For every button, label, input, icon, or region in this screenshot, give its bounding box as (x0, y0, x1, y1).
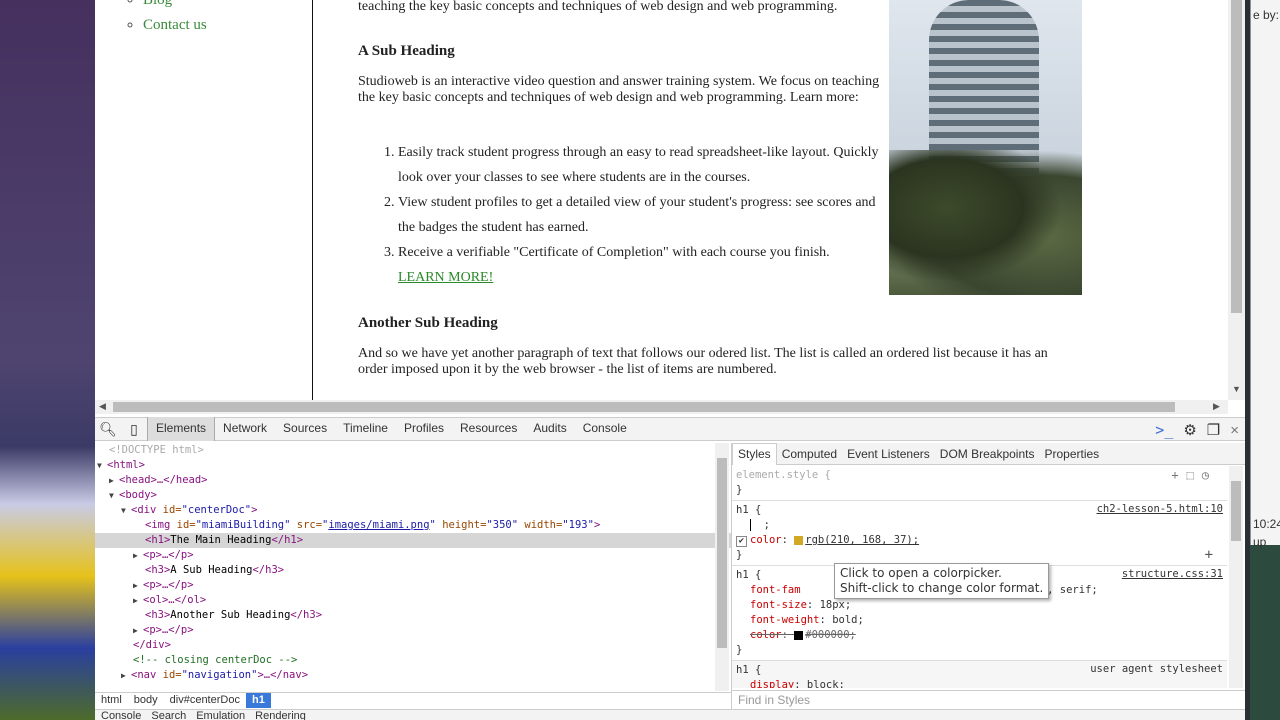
drawer-tab-console[interactable]: Console (101, 710, 141, 720)
dom-node-ol[interactable]: ▶ <ol>…</ol> (95, 593, 731, 608)
breadcrumb-div[interactable]: div#centerDoc (164, 693, 246, 708)
tab-resources[interactable]: Resources (452, 417, 525, 441)
property-color[interactable]: ✔ color: rgb(210, 168, 37); (736, 533, 1223, 548)
dom-tree-scrollbar[interactable] (715, 443, 729, 691)
page-horizontal-scrollbar[interactable]: ◀ ▶ (95, 400, 1228, 414)
dom-node-div-close[interactable]: </div> (95, 638, 731, 653)
sub-heading: A Sub Heading (358, 43, 455, 59)
find-in-styles-input[interactable]: Find in Styles (732, 690, 1245, 709)
tab-elements[interactable]: Elements (147, 417, 216, 441)
source-label: user agent stylesheet (1090, 663, 1223, 675)
background-window: e by: 10:24 up (1245, 0, 1280, 720)
dom-doctype: <!DOCTYPE html> (109, 444, 204, 456)
rule-h1-inline: h1 { ch2-lesson-5.html:10 ; ✔ color: rgb(… (732, 501, 1227, 566)
dom-node-h3[interactable]: <h3>A Sub Heading</h3> (95, 563, 731, 578)
property-display: display: block; (750, 679, 845, 688)
devtools-toolbar: 🔍︎ ▯ Elements Network Sources Timeline P… (95, 417, 1245, 441)
page-vertical-scrollbar[interactable]: ▼ (1228, 0, 1245, 400)
property-editor[interactable]: ; (736, 518, 1223, 533)
miami-building-image (889, 0, 1082, 295)
property-checkbox[interactable]: ✔ (736, 536, 747, 547)
console-drawer-icon[interactable]: >_ (1155, 421, 1173, 439)
dom-node-p[interactable]: ▶ <p>…</p> (95, 548, 731, 563)
paragraph-2: And so we have yet another paragraph of … (358, 346, 1048, 377)
breadcrumb: html body div#centerDoc h1 (95, 692, 731, 708)
dom-node-nav[interactable]: ▶ <nav id="navigation">…</nav> (95, 668, 731, 683)
dom-node-img[interactable]: <img id="miamiBuilding" src="images/miam… (95, 518, 731, 533)
img-src-link[interactable]: images/miami.png (328, 519, 429, 531)
dom-node-h1-selected[interactable]: <h1>The Main Heading</h1> (95, 533, 731, 548)
drawer-tabs: Console Search Emulation Rendering (95, 709, 1245, 720)
tab-computed[interactable]: Computed (777, 447, 842, 461)
tab-properties[interactable]: Properties (1039, 447, 1104, 461)
color-swatch[interactable] (794, 630, 804, 640)
learn-more-link[interactable]: LEARN MORE! (398, 270, 493, 285)
property-font-weight[interactable]: font-weight: bold; (736, 613, 1223, 628)
paragraph: Studioweb is an interactive video questi… (358, 74, 880, 105)
web-page: Blog Contact us teaching the key basic c… (95, 0, 1228, 400)
tab-audits[interactable]: Audits (525, 417, 574, 441)
add-property-icon[interactable]: + (1205, 547, 1213, 563)
close-icon[interactable]: × (1230, 422, 1239, 439)
breadcrumb-body[interactable]: body (128, 693, 164, 708)
search-icon[interactable]: 🔍︎ (95, 421, 121, 438)
tab-dom-breakpoints[interactable]: DOM Breakpoints (935, 447, 1040, 461)
dom-node-head[interactable]: ▶ <head>…</head> (95, 473, 731, 488)
colorpicker-tooltip: Click to open a colorpicker. Shift-click… (834, 563, 1050, 599)
dom-node-p[interactable]: ▶ <p>…</p> (95, 578, 731, 593)
source-link[interactable]: ch2-lesson-5.html:10 (1097, 503, 1223, 515)
tab-event-listeners[interactable]: Event Listeners (842, 447, 935, 461)
dom-node-body[interactable]: ▼ <body> (95, 488, 731, 503)
dock-icon[interactable]: ❐ (1207, 421, 1220, 439)
breadcrumb-h1[interactable]: h1 (245, 693, 271, 708)
nav-link-blog[interactable]: Blog (143, 0, 172, 8)
bg-text: up (1253, 535, 1267, 549)
tab-styles[interactable]: Styles (732, 442, 777, 465)
tab-sources[interactable]: Sources (275, 417, 335, 441)
dom-node-h3[interactable]: <h3>Another Sub Heading</h3> (95, 608, 731, 623)
dom-node-div-centerdoc[interactable]: ▼ <div id="centerDoc"> (95, 503, 731, 518)
breadcrumb-html[interactable]: html (95, 693, 128, 708)
sidebar-tabs: Styles Computed Event Listeners DOM Brea… (732, 442, 1245, 465)
dom-node-html[interactable]: ▼ <html> (95, 458, 731, 473)
styles-scrollbar[interactable] (1229, 466, 1243, 688)
list-item: Receive a verifiable "Certificate of Com… (398, 240, 888, 290)
new-rule-icons[interactable]: +⬚◷ (1171, 468, 1217, 482)
property-font-size[interactable]: font-size: 18px; (736, 598, 1223, 613)
ordered-list: Easily track student progress through an… (398, 140, 888, 290)
drawer-tab-rendering[interactable]: Rendering (255, 710, 306, 720)
navigation: Blog Contact us (95, 0, 313, 400)
desktop-background (0, 0, 95, 720)
list-item: View student profiles to get a detailed … (398, 190, 888, 240)
list-item: Easily track student progress through an… (398, 140, 888, 190)
drawer-tab-emulation[interactable]: Emulation (196, 710, 245, 720)
browser-window: Blog Contact us teaching the key basic c… (95, 0, 1245, 720)
tab-timeline[interactable]: Timeline (335, 417, 396, 441)
rule-element-style: element.style { } +⬚◷ (732, 466, 1227, 501)
another-sub-heading: Another Sub Heading (358, 315, 498, 331)
color-swatch[interactable] (794, 535, 804, 545)
property-color-overridden[interactable]: color: #000000; (736, 628, 1223, 643)
nav-link-contact[interactable]: Contact us (143, 17, 207, 33)
drawer-tab-search[interactable]: Search (151, 710, 186, 720)
rule-h1-user-agent: h1 { user agent stylesheet display: bloc… (732, 661, 1227, 688)
gear-icon[interactable]: ⚙ (1183, 421, 1196, 439)
tab-console[interactable]: Console (575, 417, 635, 441)
dom-node-p[interactable]: ▶ <p>…</p> (95, 623, 731, 638)
dom-tree: <!DOCTYPE html> ▼ <html> ▶ <head>…</head> … (95, 443, 731, 691)
tab-network[interactable]: Network (215, 417, 275, 441)
dom-comment[interactable]: <!-- closing centerDoc --> (95, 653, 731, 668)
device-mode-icon[interactable]: ▯ (121, 421, 147, 438)
tab-profiles[interactable]: Profiles (396, 417, 452, 441)
intro-paragraph: teaching the key basic concepts and tech… (358, 0, 838, 14)
bg-text: e by: (1253, 8, 1280, 22)
bg-clock: 10:24 (1253, 517, 1280, 531)
source-link[interactable]: structure.css:31 (1122, 568, 1223, 580)
